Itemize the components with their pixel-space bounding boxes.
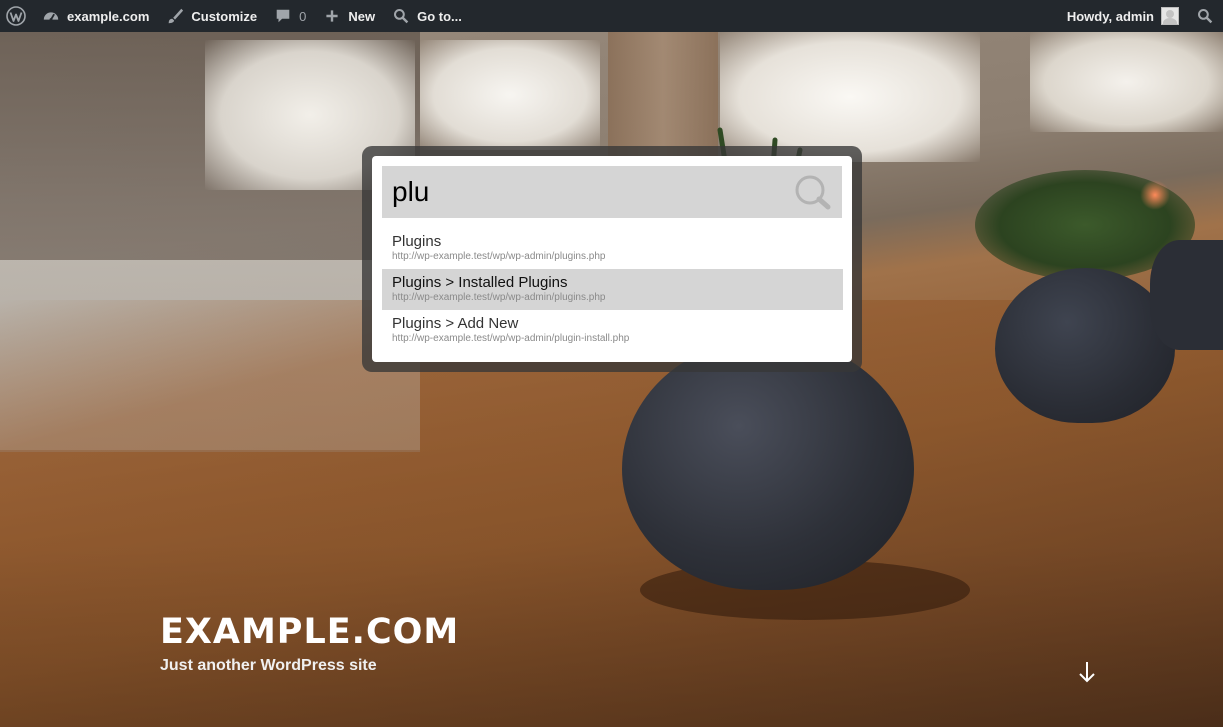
new-label: New (348, 8, 376, 24)
search-icon (1195, 6, 1215, 26)
my-account-menu[interactable]: Howdy, admin (1059, 0, 1187, 32)
result-title: Plugins > Installed Plugins (392, 274, 568, 291)
spotlight-panel: Plugins http://wp-example.test/wp/wp-adm… (372, 156, 852, 362)
result-url: http://wp-example.test/wp/wp-admin/plugi… (392, 251, 606, 262)
plus-icon (322, 6, 342, 26)
result-item[interactable]: Plugins http://wp-example.test/wp/wp-adm… (382, 228, 843, 269)
goto-link[interactable]: Go to... (383, 0, 470, 32)
dashboard-icon (41, 6, 61, 26)
result-url: http://wp-example.test/wp/wp-admin/plugi… (392, 333, 630, 344)
site-tagline: Just another WordPress site (160, 657, 377, 674)
magnifier-icon (795, 175, 831, 210)
wordpress-icon (6, 6, 26, 26)
spotlight-search-box (382, 166, 842, 218)
site-name-label: example.com (67, 8, 150, 24)
comments-count: 0 (299, 8, 307, 24)
new-content-menu[interactable]: New (314, 0, 383, 32)
result-item-selected[interactable]: Plugins > Installed Plugins http://wp-ex… (382, 269, 843, 310)
admin-bar: example.com Customize 0 New Go to... How… (0, 0, 1223, 32)
comments-link[interactable]: 0 (265, 0, 314, 32)
site-title[interactable]: EXAMPLE.COM (160, 612, 459, 652)
wordpress-menu[interactable] (0, 0, 33, 32)
brush-icon (165, 6, 185, 26)
customize-link[interactable]: Customize (157, 0, 265, 32)
avatar (1161, 7, 1179, 25)
result-title: Plugins > Add New (392, 315, 519, 332)
result-title: Plugins (392, 233, 442, 250)
spotlight-search-input[interactable] (382, 166, 772, 218)
comment-bubble-icon (273, 6, 293, 26)
search-icon (391, 6, 411, 26)
customize-label: Customize (191, 8, 258, 24)
result-url: http://wp-example.test/wp/wp-admin/plugi… (392, 292, 606, 303)
result-item[interactable]: Plugins > Add New http://wp-example.test… (382, 310, 843, 351)
howdy-label: Howdy, admin (1066, 8, 1154, 24)
admin-bar-search-button[interactable] (1187, 0, 1223, 32)
arrow-down-icon[interactable] (1076, 660, 1098, 684)
goto-label: Go to... (417, 8, 462, 24)
site-name-link[interactable]: example.com (33, 0, 157, 32)
spotlight-results-list: Plugins http://wp-example.test/wp/wp-adm… (382, 228, 843, 351)
